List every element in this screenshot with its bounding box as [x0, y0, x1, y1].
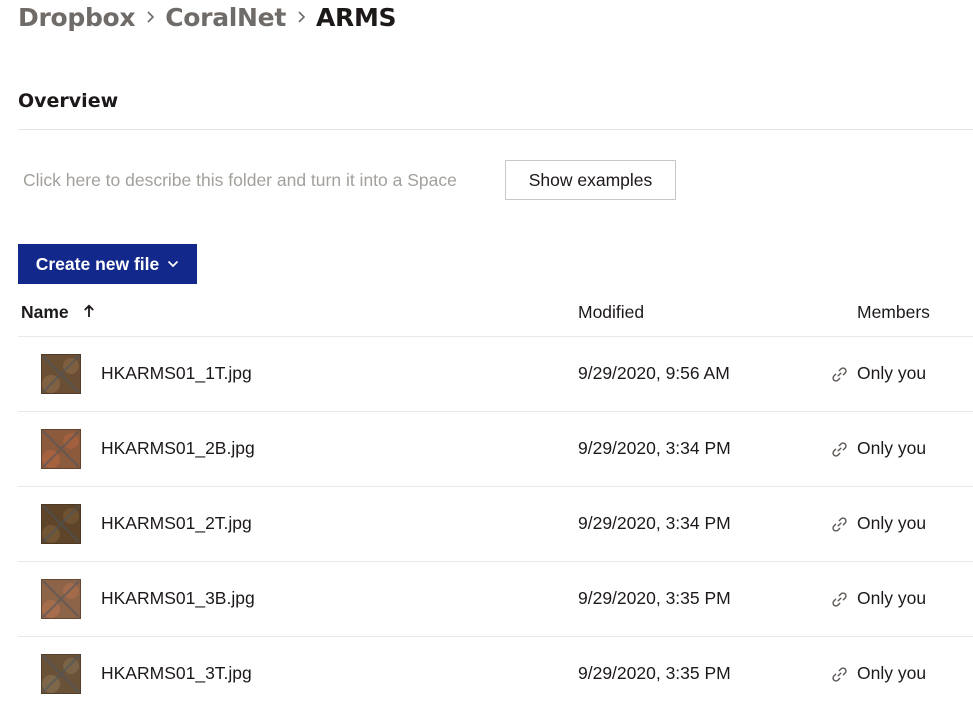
- file-members: Only you: [857, 588, 927, 608]
- file-thumbnail: [41, 654, 81, 694]
- show-examples-button[interactable]: Show examples: [505, 160, 676, 200]
- link-icon: [831, 666, 848, 683]
- create-new-file-label: Create new file: [35, 253, 160, 274]
- arrow-up-icon: [83, 302, 95, 323]
- breadcrumb: Dropbox CoralNet ARMS: [18, 0, 397, 34]
- column-header-name-label: Name: [21, 302, 69, 322]
- link-icon: [831, 441, 848, 458]
- link-icon: [831, 366, 848, 383]
- file-name[interactable]: HKARMS01_3B.jpg: [101, 588, 255, 609]
- file-thumbnail: [41, 354, 81, 394]
- link-icon: [831, 516, 848, 533]
- file-name[interactable]: HKARMS01_3T.jpg: [101, 663, 252, 684]
- breadcrumb-item-coralnet[interactable]: CoralNet: [165, 3, 286, 32]
- file-modified: 9/29/2020, 3:35 PM: [578, 663, 731, 683]
- breadcrumb-item-dropbox[interactable]: Dropbox: [18, 3, 136, 32]
- folder-description-prompt[interactable]: Click here to describe this folder and t…: [23, 170, 457, 191]
- file-modified: 9/29/2020, 3:34 PM: [578, 513, 731, 533]
- file-row[interactable]: HKARMS01_2B.jpg 9/29/2020, 3:34 PM Only …: [18, 412, 973, 486]
- file-members: Only you: [857, 663, 927, 683]
- create-new-file-button[interactable]: Create new file: [18, 244, 197, 284]
- file-thumbnail: [41, 429, 81, 469]
- file-members: Only you: [857, 438, 927, 458]
- file-thumbnail: [41, 504, 81, 544]
- column-header-modified[interactable]: Modified: [578, 302, 644, 323]
- chevron-right-icon: [286, 10, 316, 24]
- file-members: Only you: [857, 363, 927, 383]
- file-row[interactable]: HKARMS01_1T.jpg 9/29/2020, 9:56 AM Only …: [18, 337, 973, 411]
- file-row[interactable]: HKARMS01_3T.jpg 9/29/2020, 3:35 PM Only …: [18, 637, 973, 711]
- file-modified: 9/29/2020, 3:35 PM: [578, 588, 731, 608]
- chevron-down-icon: [167, 260, 179, 268]
- link-icon: [831, 591, 848, 608]
- file-thumbnail: [41, 579, 81, 619]
- chevron-right-icon: [135, 10, 165, 24]
- file-modified: 9/29/2020, 9:56 AM: [578, 363, 730, 383]
- column-header-name[interactable]: Name: [21, 302, 95, 323]
- file-name[interactable]: HKARMS01_2T.jpg: [101, 513, 252, 534]
- breadcrumb-current-folder: ARMS: [315, 2, 397, 32]
- file-row[interactable]: HKARMS01_2T.jpg 9/29/2020, 3:34 PM Only …: [18, 487, 973, 561]
- file-name[interactable]: HKARMS01_1T.jpg: [101, 363, 252, 384]
- file-modified: 9/29/2020, 3:34 PM: [578, 438, 731, 458]
- column-header-members: Members: [857, 302, 930, 322]
- file-name[interactable]: HKARMS01_2B.jpg: [101, 438, 255, 459]
- file-row[interactable]: HKARMS01_3B.jpg 9/29/2020, 3:35 PM Only …: [18, 562, 973, 636]
- overview-divider: [18, 129, 973, 130]
- overview-heading: Overview: [18, 90, 119, 112]
- file-members: Only you: [857, 513, 927, 533]
